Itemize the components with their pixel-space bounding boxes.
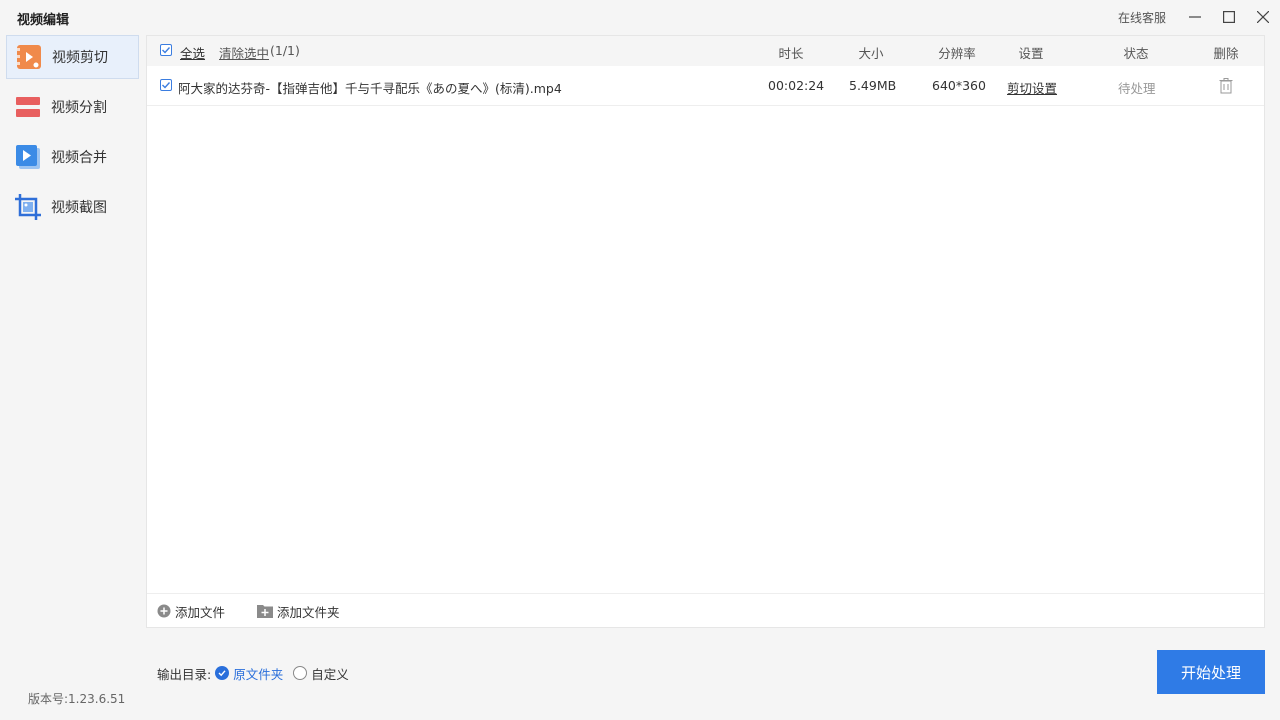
sidebar-item-video-screenshot[interactable]: 视频截图 [6,185,139,229]
add-folder-button[interactable]: 添加文件夹 [257,602,340,621]
sidebar-item-video-split[interactable]: 视频分割 [6,85,139,129]
select-all-link[interactable]: 全选 [180,43,205,62]
sidebar-item-video-merge[interactable]: 视频合并 [6,135,139,179]
trash-icon [1219,78,1233,94]
app-title: 视频编辑 [17,13,70,28]
output-directory-row: 输出目录: 原文件夹 自定义 [157,664,349,682]
header-duration: 时长 [778,46,804,61]
add-file-label: 添加文件 [175,604,226,620]
file-resolution: 640*360 [932,78,986,93]
maximize-icon [1223,11,1235,23]
maximize-button[interactable] [1212,0,1246,34]
sidebar-item-label: 视频合并 [51,150,107,166]
close-button[interactable] [1246,0,1280,34]
radio-original-folder[interactable] [215,666,230,680]
delete-button[interactable] [1219,78,1233,98]
add-folder-icon [257,605,274,618]
select-all-checkbox[interactable] [160,44,172,56]
minimize-button[interactable] [1178,0,1212,34]
sidebar-item-label: 视频剪切 [52,50,108,66]
sidebar-item-video-cut[interactable]: 视频剪切 [6,35,139,79]
panel-footer: 添加文件 添加文件夹 [147,593,1264,628]
radio-custom[interactable] [293,666,308,680]
header-status: 状态 [1123,46,1149,61]
file-duration: 00:02:24 [768,78,825,93]
minimize-icon [1189,16,1201,18]
header-delete: 删除 [1213,46,1239,61]
header-settings: 设置 [1018,46,1044,61]
row-checkbox[interactable] [160,79,172,91]
plus-circle-icon [157,604,171,618]
check-icon [162,47,171,54]
cut-settings-link[interactable]: 剪切设置 [1007,78,1057,97]
selection-count: (1/1) [270,43,300,58]
video-cut-icon [15,43,43,71]
file-status: 待处理 [1118,81,1156,96]
video-merge-icon [14,143,42,171]
add-file-button[interactable]: 添加文件 [157,602,225,621]
add-folder-label: 添加文件夹 [277,604,340,620]
table-row[interactable]: 阿大家的达芬奇-【指弹吉他】千与千寻配乐《あの夏へ》(标清).mp4 00:02… [147,67,1264,106]
file-size: 5.49MB [849,78,897,93]
start-processing-button[interactable]: 开始处理 [1157,650,1265,694]
table-header: 全选 清除选中 (1/1) 时长 大小 分辨率 设置 状态 删除 [147,36,1264,66]
video-split-icon [14,93,42,121]
output-directory-label: 输出目录: [157,666,212,682]
check-icon [218,670,226,677]
header-size: 大小 [858,46,884,61]
custom-label[interactable]: 自定义 [311,664,349,683]
online-support-link[interactable]: 在线客服 [1118,9,1166,26]
file-list-panel: 全选 清除选中 (1/1) 时长 大小 分辨率 设置 状态 删除 阿大家的达芬奇… [146,35,1265,628]
titlebar-controls: 在线客服 [1118,0,1280,34]
clear-selection-link[interactable]: 清除选中 [219,43,269,62]
close-icon [1257,11,1269,23]
version-label: 版本号:1.23.6.51 [28,692,126,706]
file-name: 阿大家的达芬奇-【指弹吉他】千与千寻配乐《あの夏へ》(标清).mp4 [178,81,562,96]
sidebar-item-label: 视频分割 [51,100,107,116]
check-icon [162,82,171,89]
video-screenshot-icon [14,193,42,221]
original-folder-label[interactable]: 原文件夹 [233,664,283,683]
sidebar-item-label: 视频截图 [51,200,107,216]
header-resolution: 分辨率 [938,46,976,61]
